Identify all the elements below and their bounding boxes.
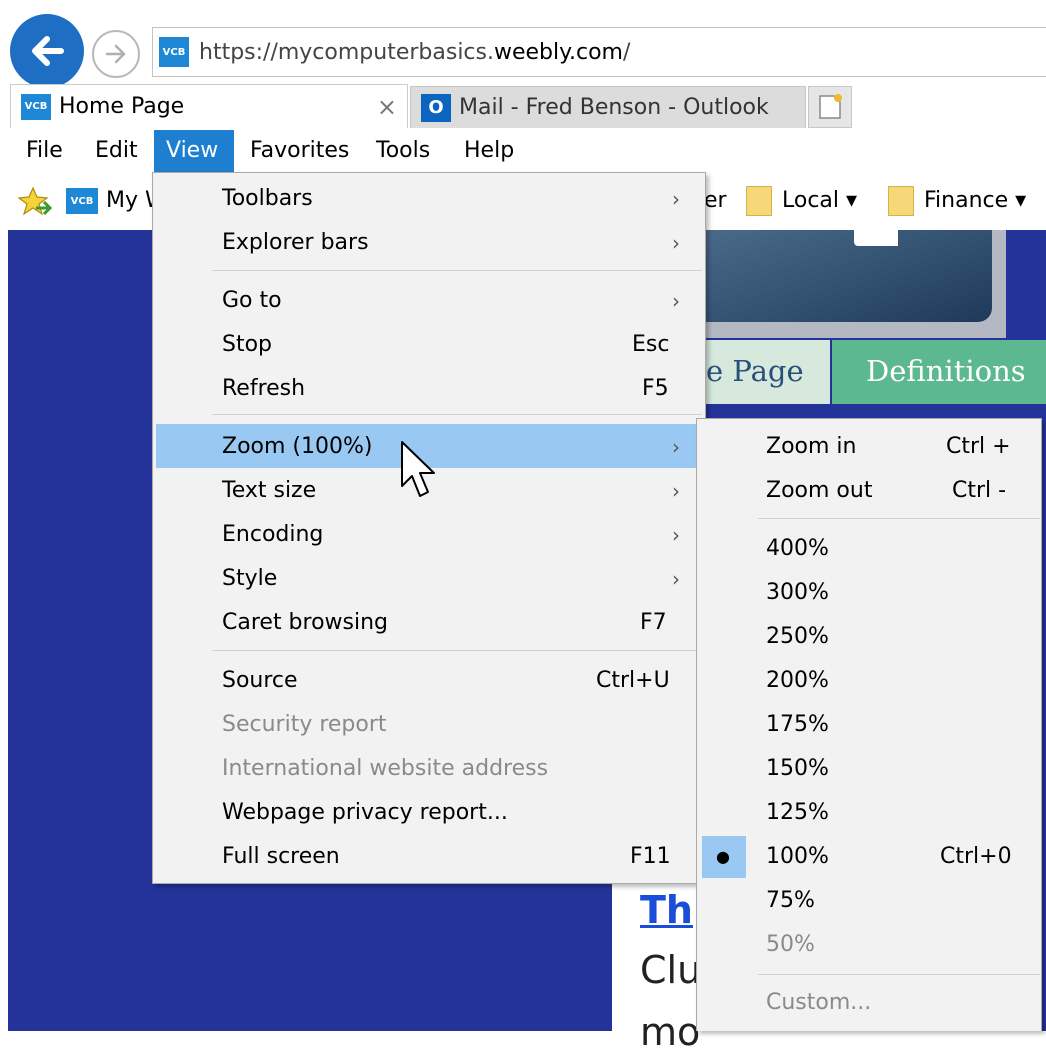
outlook-icon: O xyxy=(421,93,451,122)
submenu-arrow-icon: › xyxy=(672,187,680,211)
back-arrow-icon xyxy=(32,36,64,66)
zoom-250[interactable]: 250% xyxy=(766,622,829,652)
zoom-submenu xyxy=(696,418,1042,1031)
shortcut-label: F7 xyxy=(640,610,667,635)
url-text: https://mycomputerbasics.weebly.com/ xyxy=(199,39,631,65)
forward-arrow-icon xyxy=(105,44,126,64)
favorite-folder-local[interactable]: Local ▾ xyxy=(782,184,857,218)
shortcut-label: Ctrl - xyxy=(952,478,1007,503)
view-menu-stop[interactable]: Stop xyxy=(222,330,272,360)
add-favorites-star-icon[interactable] xyxy=(18,186,52,218)
zoom-300[interactable]: 300% xyxy=(766,578,829,608)
view-menu-style[interactable]: Style xyxy=(222,564,277,594)
view-menu-encoding[interactable]: Encoding xyxy=(222,520,323,550)
view-menu-caret-browsing[interactable]: Caret browsing xyxy=(222,608,388,638)
mouse-cursor-icon xyxy=(401,441,435,497)
zoom-in[interactable]: Zoom in xyxy=(766,432,856,462)
site-nav-definitions[interactable]: Definitions xyxy=(832,340,1046,404)
menu-tools[interactable]: Tools xyxy=(364,130,442,172)
new-tab-button[interactable] xyxy=(808,86,852,128)
address-bar[interactable]: VCB https://mycomputerbasics.weebly.com/ xyxy=(152,27,1046,77)
zoom-custom: Custom... xyxy=(766,990,872,1015)
tab-label: Mail - Fred Benson - Outlook xyxy=(459,95,769,120)
view-menu-explorer-bars[interactable]: Explorer bars xyxy=(222,228,369,258)
tab-home-page[interactable]: VCB Home Page × xyxy=(10,84,408,128)
zoom-100[interactable]: 100% xyxy=(766,842,829,872)
submenu-arrow-icon: › xyxy=(672,289,680,313)
menu-separator xyxy=(758,518,1040,519)
view-menu-source[interactable]: Source xyxy=(222,666,298,696)
menu-separator xyxy=(212,650,702,651)
zoom-175[interactable]: 175% xyxy=(766,710,829,740)
tab-label: Home Page xyxy=(59,94,185,119)
submenu-arrow-icon: › xyxy=(672,479,680,503)
close-tab-icon[interactable]: × xyxy=(377,93,397,121)
shortcut-label: Ctrl+U xyxy=(596,668,670,693)
view-menu-international-address: International website address xyxy=(222,756,549,781)
menu-separator xyxy=(758,974,1040,975)
zoom-150[interactable]: 150% xyxy=(766,754,829,784)
view-menu-zoom[interactable]: Zoom (100%) xyxy=(222,432,372,462)
view-menu-full-screen[interactable]: Full screen xyxy=(222,842,340,872)
zoom-400[interactable]: 400% xyxy=(766,534,829,564)
submenu-arrow-icon: › xyxy=(672,523,680,547)
shortcut-label: F11 xyxy=(630,844,671,869)
new-tab-icon xyxy=(819,94,842,119)
menu-separator xyxy=(212,414,702,415)
zoom-out[interactable]: Zoom out xyxy=(766,476,872,506)
view-menu-security-report: Security report xyxy=(222,712,387,737)
site-nav-home-page[interactable]: e Page xyxy=(706,340,830,404)
view-menu-refresh[interactable]: Refresh xyxy=(222,374,305,404)
site-header-graphic xyxy=(706,230,992,322)
menu-view[interactable]: View xyxy=(154,130,234,172)
shortcut-label: Esc xyxy=(632,332,670,357)
tab-mail-outlook[interactable]: O Mail - Fred Benson - Outlook xyxy=(410,86,806,128)
zoom-125[interactable]: 125% xyxy=(766,798,829,828)
shortcut-label: Ctrl + xyxy=(946,434,1011,459)
view-menu-go-to[interactable]: Go to xyxy=(222,286,282,316)
zoom-75[interactable]: 75% xyxy=(766,886,815,916)
zoom-200[interactable]: 200% xyxy=(766,666,829,696)
page-content-area: Th Clu mo xyxy=(612,880,708,1054)
content-text: Clu xyxy=(640,948,702,992)
menu-separator xyxy=(212,270,702,271)
forward-button[interactable] xyxy=(92,30,140,78)
shortcut-label: F5 xyxy=(642,376,669,401)
site-favicon-icon: VCB xyxy=(21,93,51,120)
site-favicon-icon: VCB xyxy=(66,188,98,214)
menu-favorites[interactable]: Favorites xyxy=(238,130,361,172)
view-menu-toolbars[interactable]: Toolbars xyxy=(222,184,313,214)
shortcut-label: Ctrl+0 xyxy=(940,844,1012,869)
menu-file[interactable]: File xyxy=(14,130,75,172)
zoom-50: 50% xyxy=(766,932,815,957)
menu-help[interactable]: Help xyxy=(452,130,526,172)
folder-icon xyxy=(888,186,914,216)
favorite-folder-finance[interactable]: Finance ▾ xyxy=(924,184,1026,218)
submenu-arrow-icon: › xyxy=(672,435,680,459)
content-heading-link[interactable]: Th xyxy=(640,888,693,932)
content-text: mo xyxy=(640,1010,701,1054)
folder-icon xyxy=(746,186,772,216)
favorite-partial[interactable]: er xyxy=(704,184,727,218)
view-menu-privacy-report[interactable]: Webpage privacy report... xyxy=(222,798,508,828)
check-bullet-icon: ● xyxy=(716,847,730,866)
view-menu-text-size[interactable]: Text size xyxy=(222,476,316,506)
menu-edit[interactable]: Edit xyxy=(83,130,150,172)
submenu-arrow-icon: › xyxy=(672,231,680,255)
back-button[interactable] xyxy=(10,14,84,88)
site-favicon-icon: VCB xyxy=(159,37,189,67)
submenu-arrow-icon: › xyxy=(672,567,680,591)
